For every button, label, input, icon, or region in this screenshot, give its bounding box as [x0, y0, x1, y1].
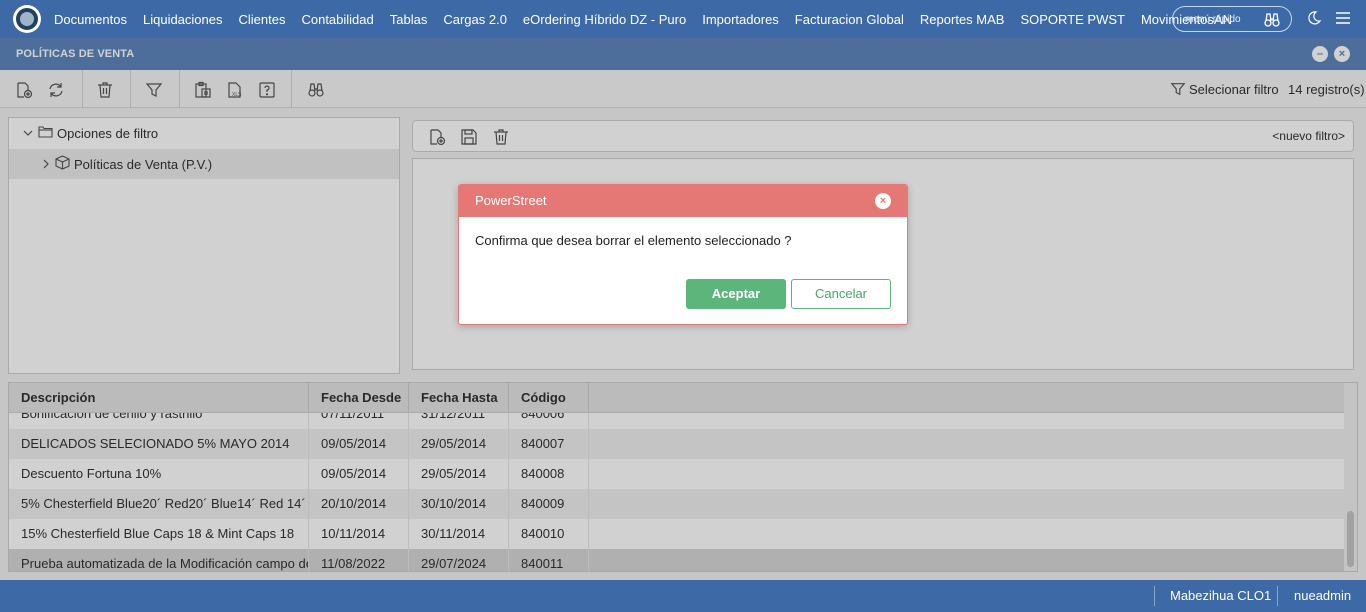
company-label: Mabezihua CLO1 [1170, 588, 1272, 603]
menu-item-reportes[interactable]: Reportes MAB [920, 12, 1005, 27]
menu-item-soporte[interactable]: SOPORTE PWST [1020, 12, 1125, 27]
moon-icon[interactable] [1306, 10, 1322, 29]
menu-item-documentos[interactable]: Documentos [54, 12, 127, 27]
menu-item-eordering[interactable]: eOrdering Híbrido DZ - Puro [523, 12, 686, 27]
footer-separator [1277, 586, 1278, 606]
menu-item-cargas[interactable]: Cargas 2.0 [443, 12, 507, 27]
menu-item-liquidaciones[interactable]: Liquidaciones [143, 12, 223, 27]
confirm-dialog: PowerStreet × Confirma que desea borrar … [458, 184, 908, 325]
menu-item-facturacion[interactable]: Facturacion Global [795, 12, 904, 27]
dialog-close-icon[interactable]: × [875, 193, 891, 209]
main-menu: Documentos Liquidaciones Clientes Contab… [54, 12, 1248, 27]
menu-item-importadores[interactable]: Importadores [702, 12, 779, 27]
footer-separator [1154, 586, 1155, 606]
menu-item-contabilidad[interactable]: Contabilidad [301, 12, 373, 27]
accept-button[interactable]: Aceptar [686, 279, 786, 309]
binoculars-icon[interactable] [1263, 11, 1281, 32]
user-label: nueadmin [1294, 588, 1352, 603]
dialog-title: PowerStreet [475, 193, 547, 208]
hamburger-menu-icon[interactable] [1335, 10, 1351, 29]
menu-item-tablas[interactable]: Tablas [390, 12, 428, 27]
quick-menu-input[interactable]: menú rápido [1172, 6, 1292, 32]
dialog-message: Confirma que desea borrar el elemento se… [475, 233, 792, 248]
cancel-button[interactable]: Cancelar [791, 279, 891, 309]
menu-item-clientes[interactable]: Clientes [239, 12, 286, 27]
status-bar: Mabezihua CLO1 nueadmin [0, 580, 1366, 612]
quick-menu-placeholder: menú rápido [1185, 13, 1241, 25]
top-nav: Documentos Liquidaciones Clientes Contab… [0, 0, 1366, 38]
app-logo[interactable] [13, 5, 41, 33]
dialog-header: PowerStreet [459, 185, 907, 217]
